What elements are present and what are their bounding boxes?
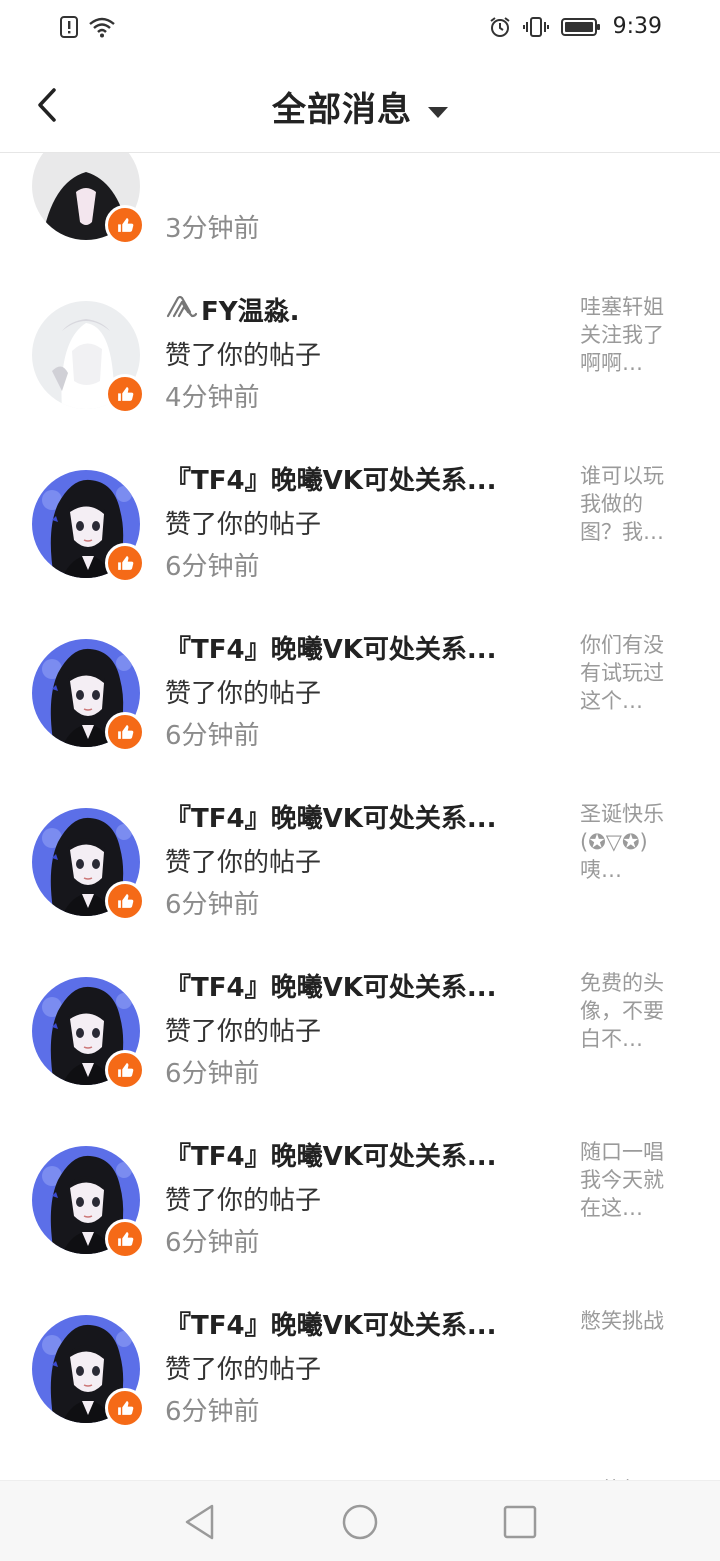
notification-item[interactable]: 『TF4』晚曦VK可处关系... 赞了你的帖子 6分钟前 谁可以玩我做的图？我… [0, 434, 720, 603]
thumbs-up-icon [118, 894, 134, 908]
notification-item[interactable]: FY温淼. 赞了你的帖子 4分钟前 哇塞轩姐关注我了啊啊… [0, 265, 720, 434]
status-time: 9:39 [612, 14, 662, 39]
action-text: 赞了你的帖子 [165, 679, 322, 709]
timestamp: 4分钟前 [165, 383, 260, 413]
notification-item[interactable]: 3分钟前啊啊… [0, 153, 720, 265]
like-badge [105, 543, 145, 583]
action-text: 赞了你的帖子 [165, 1017, 322, 1047]
action-text: 赞了你的帖子 [165, 341, 322, 371]
timestamp: 6分钟前 [165, 721, 260, 751]
user-badge-icon [165, 294, 199, 327]
timestamp: 6分钟前 [165, 890, 260, 920]
timestamp: 6分钟前 [165, 1397, 260, 1427]
timestamp: 3分钟前 [165, 214, 260, 244]
like-badge [105, 374, 145, 414]
like-badge [105, 881, 145, 921]
app-header: 全部消息 [0, 58, 720, 153]
like-badge [105, 1388, 145, 1428]
post-preview[interactable]: 免费的头像，不要白不… [580, 969, 680, 1053]
like-badge [105, 1219, 145, 1259]
notification-item[interactable]: 『TF4』晚曦VK可处关系... 赞了你的帖子 6分钟前 憋笑挑战 [0, 1279, 720, 1448]
like-badge [105, 712, 145, 752]
username[interactable]: 『TF4』晚曦VK可处关系... [165, 1136, 545, 1173]
timestamp: 6分钟前 [165, 1228, 260, 1258]
action-text: 赞了你的帖子 [165, 848, 322, 878]
thumbs-up-icon [118, 387, 134, 401]
username[interactable]: 『TF4』晚曦VK可处关系... [165, 460, 545, 497]
post-preview[interactable]: 圣诞快乐(✪▽✪)咦… [580, 800, 680, 884]
post-preview[interactable]: 憋笑挑战 [580, 1307, 680, 1335]
alert-icon [60, 16, 78, 38]
vibrate-icon [522, 16, 549, 37]
notification-item[interactable]: 『TF4』晚曦VK可处关系... 赞了你的帖子 6分钟前 免费的头像，不要白不… [0, 941, 720, 1110]
caret-down-icon [428, 107, 448, 118]
notification-item[interactable]: 『TF4』晚曦VK可处关系... 赞了你的帖子 6分钟前 圣诞快乐(✪▽✪)咦… [0, 772, 720, 941]
action-text: 赞了你的帖子 [165, 1186, 322, 1216]
status-bar: 9:39 [0, 0, 720, 58]
page-title: 全部消息 [272, 90, 412, 130]
thumbs-up-icon [118, 218, 134, 232]
wifi-icon [89, 17, 115, 38]
message-filter-dropdown[interactable]: 全部消息 [0, 82, 720, 131]
timestamp: 6分钟前 [165, 552, 260, 582]
notification-item[interactable]: 『TF4』晚曦VK可处关系...赞了你的帖子画的超好，别 [0, 1448, 720, 1480]
nav-home-button[interactable] [339, 1501, 381, 1543]
alarm-icon [489, 16, 510, 37]
notification-list[interactable]: 3分钟前啊啊… FY温淼. 赞了你的帖子 4分钟前 哇塞轩姐关注我了啊啊… 『TF4』晚曦… [0, 153, 720, 1480]
username[interactable]: FY温淼. [165, 291, 545, 328]
thumbs-up-icon [118, 556, 134, 570]
notification-item[interactable]: 『TF4』晚曦VK可处关系... 赞了你的帖子 6分钟前 你们有没有试玩过这个… [0, 603, 720, 772]
action-text: 赞了你的帖子 [165, 1355, 322, 1385]
thumbs-up-icon [118, 1063, 134, 1077]
post-preview[interactable]: 谁可以玩我做的图？我… [580, 462, 680, 546]
post-preview[interactable]: 你们有没有试玩过这个… [580, 631, 680, 715]
system-nav-bar [0, 1480, 720, 1561]
like-badge [105, 205, 145, 245]
recents-square-icon [503, 1505, 537, 1539]
username[interactable]: 『TF4』晚曦VK可处关系... [165, 798, 545, 835]
timestamp: 6分钟前 [165, 1059, 260, 1089]
thumbs-up-icon [118, 1401, 134, 1415]
back-triangle-icon [185, 1504, 214, 1540]
thumbs-up-icon [118, 1232, 134, 1246]
username[interactable]: 『TF4』晚曦VK可处关系... [165, 967, 545, 1004]
notification-items: 3分钟前啊啊… FY温淼. 赞了你的帖子 4分钟前 哇塞轩姐关注我了啊啊… 『TF4』晚曦… [0, 153, 720, 1480]
username[interactable]: 『TF4』晚曦VK可处关系... [165, 1305, 545, 1342]
post-preview[interactable]: 哇塞轩姐关注我了啊啊… [580, 293, 680, 377]
home-circle-icon [342, 1504, 378, 1540]
username[interactable]: 『TF4』晚曦VK可处关系... [165, 629, 545, 666]
notification-item[interactable]: 『TF4』晚曦VK可处关系... 赞了你的帖子 6分钟前 随口一唱我今天就在这… [0, 1110, 720, 1279]
nav-back-button[interactable] [179, 1501, 221, 1543]
post-preview[interactable]: 随口一唱我今天就在这… [580, 1138, 680, 1222]
username-text: FY温淼. [201, 297, 300, 327]
battery-icon [560, 17, 600, 36]
action-text: 赞了你的帖子 [165, 510, 322, 540]
thumbs-up-icon [118, 725, 134, 739]
nav-recents-button[interactable] [499, 1501, 541, 1543]
like-badge [105, 1050, 145, 1090]
